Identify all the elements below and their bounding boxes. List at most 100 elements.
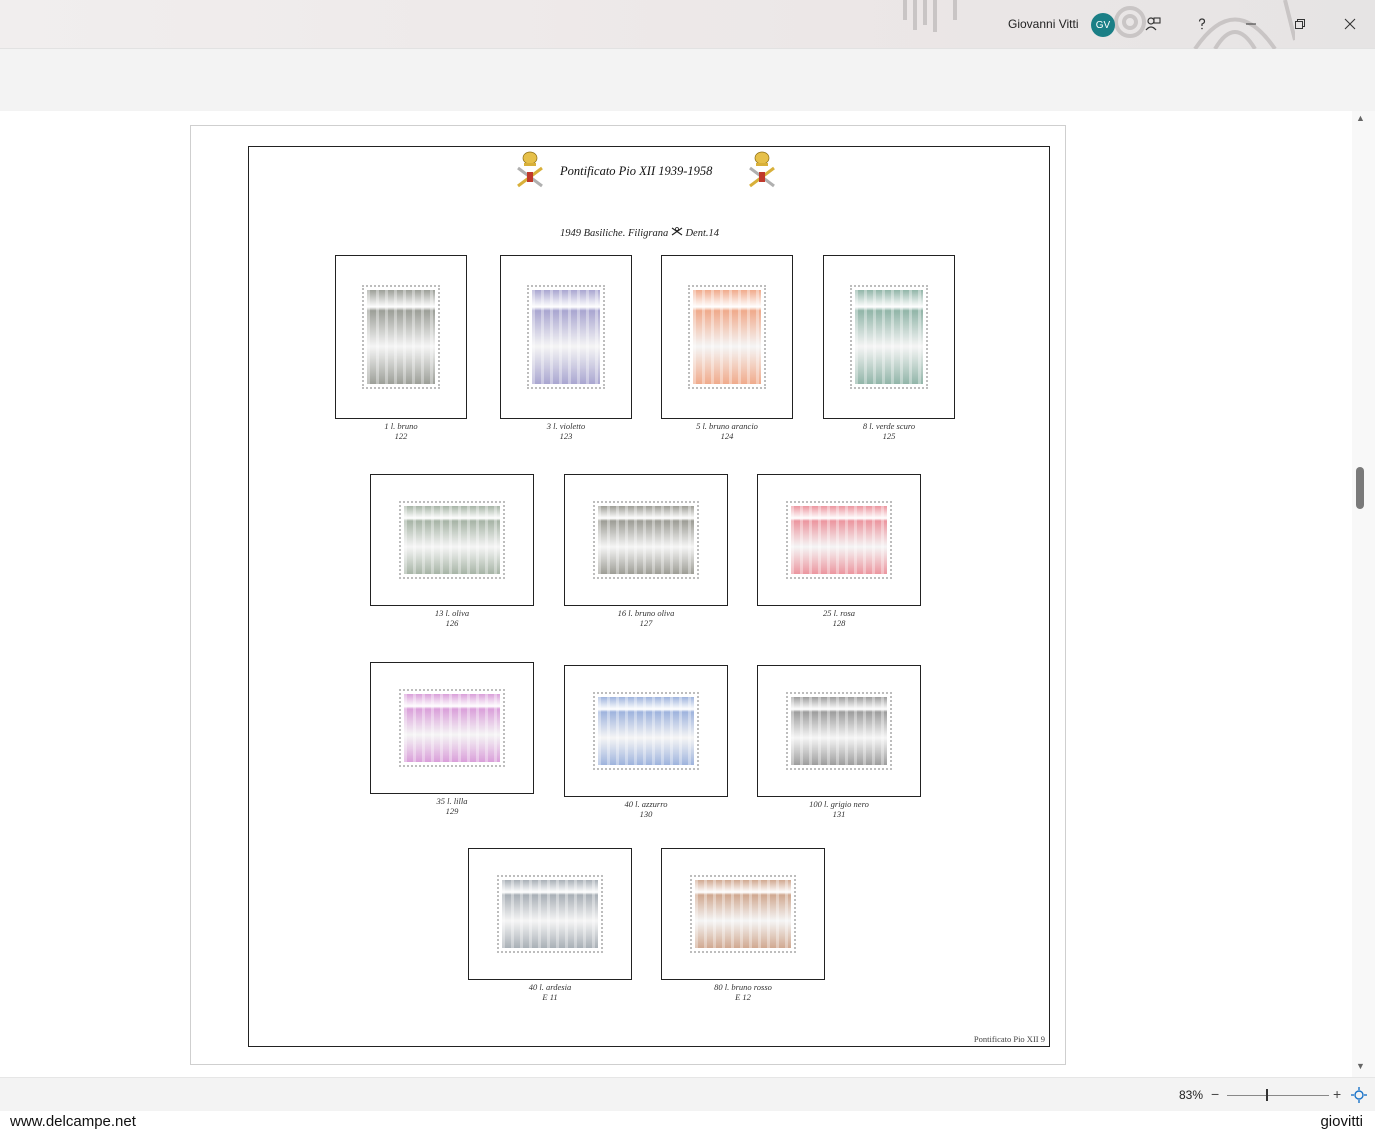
stamp-caption: 16 l. bruno oliva 127 <box>576 608 716 628</box>
stamp-mount <box>757 474 921 606</box>
fit-page-icon[interactable] <box>1351 1087 1367 1103</box>
avatar[interactable]: GV <box>1091 13 1115 37</box>
zoom-out-button[interactable]: − <box>1211 1086 1219 1102</box>
stamp-image <box>850 285 928 389</box>
stamp-caption: 80 l. bruno rosso E 12 <box>673 982 813 1002</box>
album-page: Pontificato Pio XII 1939-1958 1949 Basil… <box>190 125 1066 1065</box>
zoom-in-button[interactable]: + <box>1333 1086 1341 1102</box>
stamp-description: 16 l. bruno oliva <box>617 608 675 618</box>
stamp-mount <box>370 474 534 606</box>
stamp-artwork <box>502 880 598 948</box>
catalogue-number: 124 <box>720 431 734 441</box>
stamp-image <box>593 501 699 579</box>
minimize-icon[interactable] <box>1239 12 1263 36</box>
catalogue-number: E 12 <box>735 992 751 1002</box>
stamp-caption: 100 l. grigio nero 131 <box>769 799 909 819</box>
scroll-up-icon[interactable]: ▲ <box>1356 113 1365 123</box>
stamp-artwork <box>695 880 791 948</box>
subtitle-suffix: Dent.14 <box>685 228 719 239</box>
stamp-image <box>399 501 505 579</box>
catalogue-number: 122 <box>394 431 408 441</box>
catalogue-number: 126 <box>445 618 459 628</box>
zoom-level: 83% <box>1179 1088 1204 1102</box>
catalogue-number: 123 <box>559 431 573 441</box>
stamp-description: 13 l. oliva <box>434 608 470 618</box>
stamp-artwork <box>532 290 600 384</box>
stamp-caption: 8 l. verde scuro 125 <box>819 421 959 441</box>
stamp-image <box>593 692 699 770</box>
page-subtitle: 1949 Basiliche. Filigrana Dent.14 <box>560 227 719 239</box>
zoom-slider-track[interactable] <box>1227 1095 1329 1096</box>
stamp-image <box>786 501 892 579</box>
stamp-mount <box>468 848 632 980</box>
catalogue-number: 128 <box>832 618 846 628</box>
stamp-description: 40 l. azzurro <box>624 799 668 809</box>
stamp-mount <box>335 255 467 419</box>
stamp-artwork <box>791 697 887 765</box>
stamp-image <box>362 285 440 389</box>
stamp-image <box>690 875 796 953</box>
catalogue-number: 131 <box>832 809 846 819</box>
stamp-caption: 5 l. bruno arancio 124 <box>657 421 797 441</box>
stamp-image <box>497 875 603 953</box>
stamp-description: 25 l. rosa <box>822 608 856 618</box>
restore-icon[interactable] <box>1288 12 1312 36</box>
stamp-mount <box>661 255 793 419</box>
stamp-image <box>527 285 605 389</box>
document-viewer[interactable]: Pontificato Pio XII 1939-1958 1949 Basil… <box>0 111 1352 1077</box>
stamp-description: 3 l. violetto <box>546 421 586 431</box>
stamp-image <box>399 689 505 767</box>
watermark-site: www.delcampe.net <box>10 1113 136 1130</box>
catalogue-number: 125 <box>882 431 896 441</box>
stamp-artwork <box>693 290 761 384</box>
stamp-caption: 13 l. oliva 126 <box>382 608 522 628</box>
watermark-bar: www.delcampe.net giovitti <box>0 1111 1375 1131</box>
stamp-artwork <box>404 694 500 762</box>
stamp-artwork <box>855 290 923 384</box>
stamp-mount <box>500 255 632 419</box>
page-reference: Pontificato Pio XII 9 <box>973 1034 1045 1044</box>
user-name: Giovanni Vitti <box>1008 17 1079 31</box>
stamp-caption: 40 l. azzurro 130 <box>576 799 716 819</box>
stamp-caption: 35 l. lilla 129 <box>382 796 522 816</box>
scroll-down-icon[interactable]: ▼ <box>1356 1061 1365 1071</box>
stamp-caption: 3 l. violetto 123 <box>496 421 636 441</box>
stamp-mount <box>564 474 728 606</box>
stamp-image <box>786 692 892 770</box>
status-bar: 83% − + <box>0 1077 1375 1111</box>
stamp-mount <box>661 848 825 980</box>
stamp-artwork <box>791 506 887 574</box>
stamp-artwork <box>598 697 694 765</box>
feedback-icon[interactable] <box>1141 12 1165 36</box>
vertical-scrollbar[interactable]: ▲ ▼ <box>1352 111 1375 1077</box>
stamp-artwork <box>404 506 500 574</box>
close-icon[interactable] <box>1338 12 1362 36</box>
scroll-thumb[interactable] <box>1356 467 1364 509</box>
stamp-artwork <box>367 290 435 384</box>
stamp-mount <box>757 665 921 797</box>
stamp-caption: 1 l. bruno 122 <box>331 421 471 441</box>
page-title: Pontificato Pio XII 1939-1958 <box>560 164 713 178</box>
stamp-description: 100 l. grigio nero <box>809 799 869 809</box>
help-icon[interactable] <box>1190 12 1214 36</box>
catalogue-number: 127 <box>639 618 653 628</box>
watermark-keys-icon <box>671 227 683 236</box>
watermark-seller: giovitti <box>1320 1113 1363 1130</box>
stamp-image <box>688 285 766 389</box>
catalogue-number: 130 <box>639 809 653 819</box>
subtitle-text: 1949 Basiliche. Filigrana <box>560 228 669 239</box>
toolbar-area <box>0 49 1375 111</box>
stamp-description: 1 l. bruno <box>384 421 418 431</box>
stamp-description: 8 l. verde scuro <box>862 421 916 431</box>
stamp-description: 35 l. lilla <box>436 796 468 806</box>
papal-crest-icon <box>517 151 543 188</box>
stamp-mount <box>370 662 534 794</box>
zoom-slider-thumb[interactable] <box>1266 1089 1268 1101</box>
stamp-caption: 25 l. rosa 128 <box>769 608 909 628</box>
stamp-description: 40 l. ardesia <box>528 982 572 992</box>
catalogue-number: 129 <box>445 806 459 816</box>
stamp-mount <box>823 255 955 419</box>
stamp-description: 80 l. bruno rosso <box>714 982 772 992</box>
catalogue-number: E 11 <box>542 992 558 1002</box>
stamp-description: 5 l. bruno arancio <box>696 421 758 431</box>
